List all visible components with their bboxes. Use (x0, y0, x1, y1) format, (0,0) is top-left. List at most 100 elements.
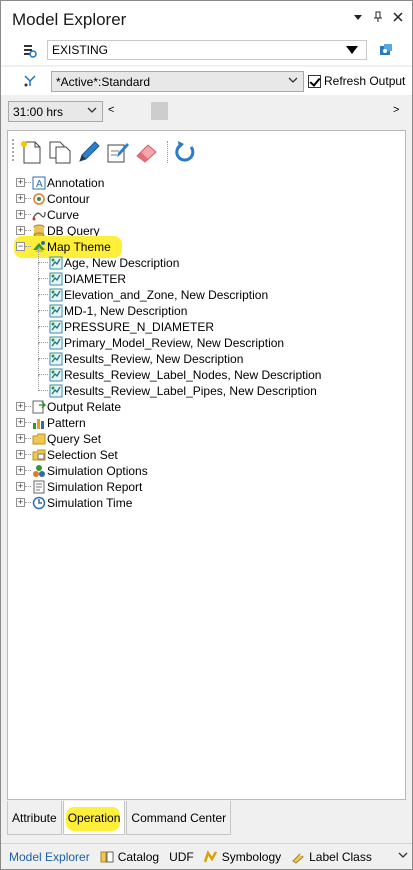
refresh-output-label: Refresh Output (324, 74, 406, 88)
expand-toggle[interactable]: + (16, 482, 25, 491)
expand-toggle[interactable]: + (16, 178, 25, 187)
chevron-down-icon (288, 77, 298, 83)
map-theme-item-label: MD-1, New Description (64, 304, 188, 318)
tree-connector (38, 310, 48, 311)
tree-node-label: Selection Set (47, 448, 118, 462)
expand-toggle[interactable]: + (16, 466, 25, 475)
scenario-select[interactable]: EXISTING (47, 40, 367, 60)
close-button[interactable] (392, 11, 404, 26)
tree-connector (38, 294, 48, 295)
tree-connector (25, 246, 31, 247)
svg-text:A: A (36, 179, 43, 190)
map-theme-item-icon (49, 384, 63, 398)
title-bar: Model Explorer (1, 1, 412, 37)
annotation-icon: A (32, 176, 46, 190)
rename-button[interactable] (76, 139, 102, 165)
time-scroll-left-button[interactable]: < (108, 104, 114, 116)
delete-button[interactable] (134, 139, 160, 165)
explorer-toolbar (18, 137, 201, 167)
refresh-button[interactable] (172, 139, 198, 165)
tree-connector (25, 422, 31, 423)
map-theme-item-icon (49, 256, 63, 270)
pin-button[interactable] (372, 11, 384, 26)
expand-toggle[interactable]: + (16, 226, 25, 235)
toolbar-separator (167, 141, 168, 163)
tree-connector (38, 359, 39, 375)
expand-toggle[interactable]: + (16, 210, 25, 219)
tab-command-center[interactable]: Command Center (126, 801, 232, 835)
more-tabs-button[interactable] (398, 850, 408, 863)
map-theme-item-label: Results_Review_Label_Nodes, New Descript… (64, 368, 322, 382)
new-document-icon (21, 141, 41, 164)
tree-connector (38, 279, 39, 295)
pattern-icon (33, 419, 44, 429)
chevron-down-icon (346, 46, 358, 54)
dock-tab-label-class[interactable]: Label Class (291, 850, 372, 864)
tree-connector (38, 247, 39, 263)
tree-node-label: Output Relate (47, 400, 122, 414)
dock-tab-model-explorer[interactable]: Model Explorer (1, 850, 90, 864)
dock-tab-label: Catalog (117, 849, 160, 864)
tree-connector (25, 214, 31, 215)
scenario-icon (24, 45, 37, 58)
expand-toggle[interactable]: + (16, 498, 25, 507)
tree-connector (38, 278, 48, 279)
edit-icon (107, 143, 129, 163)
map-theme-item-icon (49, 336, 63, 350)
expand-toggle[interactable]: + (16, 450, 25, 459)
simulation-report-icon (33, 480, 45, 494)
tree-connector (25, 198, 31, 199)
map-theme-item-icon (49, 352, 63, 366)
tree-node-label: Pattern (47, 416, 86, 430)
filter-value: *Active*:Standard (56, 75, 151, 89)
tree-node-label: Simulation Options (47, 464, 148, 478)
label-class-icon (292, 852, 304, 864)
dock-tab-symbology[interactable]: Symbology (203, 850, 281, 864)
time-scroll-right-button[interactable]: > (393, 104, 399, 116)
map-theme-item-label: Elevation_and_Zone, New Description (64, 288, 269, 302)
tree-connector (25, 454, 31, 455)
tree-connector (38, 295, 39, 311)
dock-tab-catalog[interactable]: Catalog (100, 850, 159, 864)
tree-connector (25, 502, 31, 503)
dock-tab-udf[interactable]: UDF (169, 850, 194, 864)
collapse-toggle[interactable]: − (16, 242, 25, 251)
map-theme-item-icon (49, 288, 63, 302)
new-button[interactable] (18, 139, 44, 165)
window-menu-dropdown-button[interactable] (352, 11, 364, 26)
edit-button[interactable] (105, 139, 131, 165)
scenario-row: EXISTING (1, 37, 412, 65)
contour-icon (33, 193, 45, 205)
pin-icon (374, 11, 382, 22)
time-select[interactable]: 31:00 hrs (8, 101, 103, 122)
tab-operation[interactable]: Operation (62, 801, 126, 835)
scenario-manager-icon[interactable] (379, 43, 393, 57)
query-set-icon (32, 433, 46, 445)
expand-toggle[interactable]: + (16, 194, 25, 203)
duplicate-button[interactable] (47, 139, 73, 165)
tab-attribute[interactable]: Attribute (7, 801, 62, 835)
tree-connector (38, 343, 39, 359)
time-slider-thumb[interactable] (151, 102, 168, 120)
panel-tabs: Attribute Operation Command Center (7, 801, 232, 841)
map-theme-item-icon (49, 320, 63, 334)
refresh-output-checkbox[interactable] (308, 75, 321, 88)
explorer-panel: + A Annotation + Contour + Curve + DB Query − Map … (7, 130, 406, 800)
tab-label: Operation (67, 810, 121, 825)
map-theme-item-label: Results_Review_Label_Pipes, New Descript… (64, 384, 317, 398)
map-theme-icon (33, 241, 45, 252)
expand-toggle[interactable]: + (16, 402, 25, 411)
expand-toggle[interactable]: + (16, 418, 25, 427)
toolbar-grip (12, 139, 15, 161)
tab-label: Attribute (12, 810, 57, 825)
tree-connector (38, 262, 48, 263)
expand-toggle[interactable]: + (16, 434, 25, 443)
simulation-time-icon (32, 496, 46, 510)
tree-connector (38, 390, 48, 391)
pencil-icon (79, 141, 100, 162)
filter-select[interactable]: *Active*:Standard (51, 71, 304, 92)
curve-icon (32, 211, 46, 221)
close-icon (393, 12, 403, 22)
catalog-icon (100, 851, 114, 862)
output-relate-icon (32, 400, 46, 414)
